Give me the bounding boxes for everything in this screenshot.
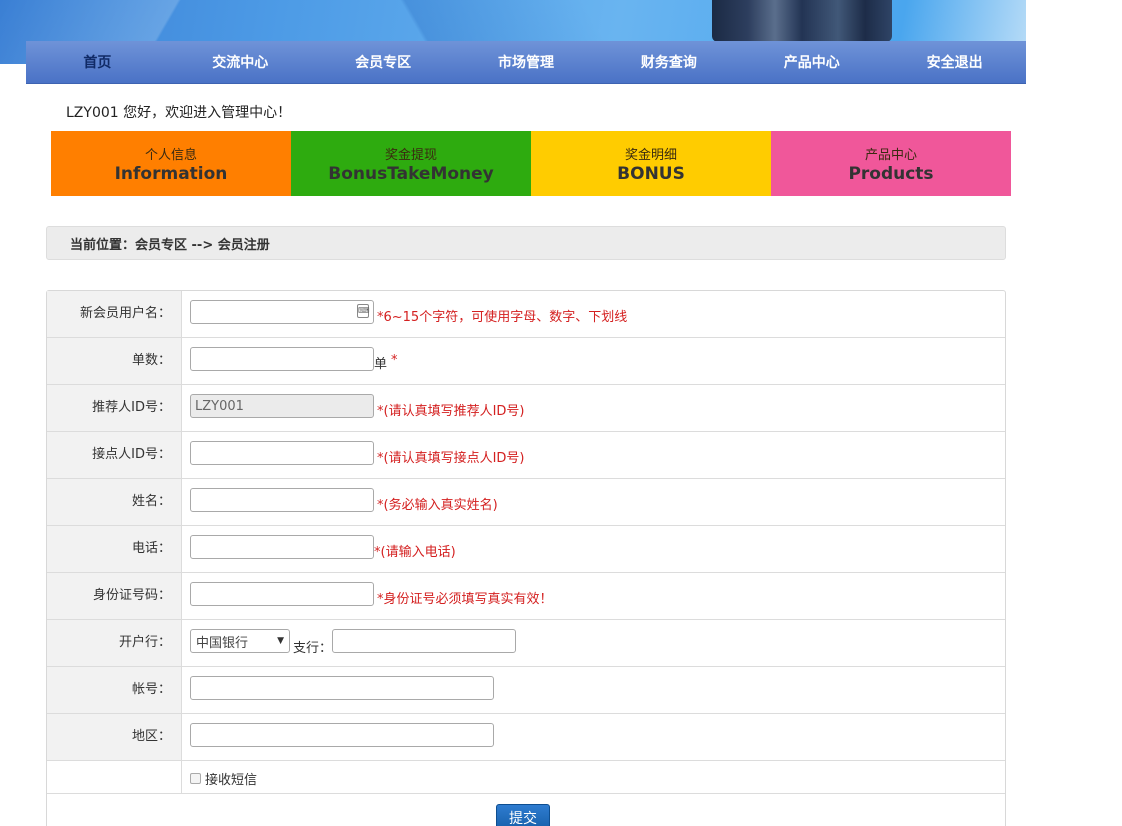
tile-label-en: Information [114,163,228,184]
form-row-region: 地区： [47,714,1005,761]
form-row-username: 新会员用户名： ⌨ *6~15个字符，可使用字母、数字、下划线 [47,291,1005,338]
tile-label-zh: 产品中心 [864,147,917,163]
quick-tiles: 个人信息 Information 奖金提现 BonusTakeMoney 奖金明… [51,131,1011,196]
chevron-down-icon: ▼ [277,636,284,646]
region-input[interactable] [190,723,494,747]
orders-unit: 单 [374,357,388,372]
branch-label: 支行： [293,641,333,656]
keyboard-icon[interactable]: ⌨ [357,304,370,318]
submit-row: 提交 [47,794,1005,826]
phone-label: 电话： [47,526,182,572]
tile-bonus-withdraw[interactable]: 奖金提现 BonusTakeMoney [291,131,531,196]
referrer-input [190,394,374,418]
tile-bonus-detail[interactable]: 奖金明细 BONUS [531,131,771,196]
nav-finance-query[interactable]: 财务查询 [597,41,740,83]
name-hint: *(务必输入真实姓名) [377,498,498,513]
nav-exchange-center[interactable]: 交流中心 [169,41,312,83]
referrer-hint: *(请认真填写推荐人ID号) [377,404,525,419]
account-label: 帐号： [47,667,182,713]
orders-required-star: * [391,353,398,368]
breadcrumb: 当前位置：会员专区 --> 会员注册 [46,226,1006,260]
contact-hint: *(请认真填写接点人ID号) [377,451,525,466]
form-row-bank: 开户行： 中国银行 ▼ 支行： [47,620,1005,667]
orders-label: 单数： [47,338,182,384]
tile-label-en: BONUS [617,163,685,184]
nav-market-management[interactable]: 市场管理 [455,41,598,83]
bank-select[interactable]: 中国银行 ▼ [190,629,290,653]
phone-hint: *(请输入电话) [374,545,456,560]
main-nav: 首页 交流中心 会员专区 市场管理 财务查询 产品中心 安全退出 [26,41,1026,84]
welcome-text: LZY001 您好，欢迎进入管理中心！ [66,105,292,121]
nav-product-center[interactable]: 产品中心 [740,41,883,83]
nav-logout[interactable]: 安全退出 [883,41,1026,83]
bank-label: 开户行： [47,620,182,666]
tile-label-zh: 个人信息 [144,147,197,163]
username-label: 新会员用户名： [47,291,182,337]
form-row-phone: 电话： *(请输入电话) [47,526,1005,573]
orders-input[interactable] [190,347,374,371]
username-input[interactable] [190,300,374,324]
form-row-orders: 单数： 单 * [47,338,1005,385]
banner-people-image [712,0,892,42]
sms-checkbox[interactable] [190,773,201,784]
idcard-hint: *身份证号必须填写真实有效！ [377,592,553,607]
phone-input[interactable] [190,535,374,559]
tile-label-zh: 奖金提现 [384,147,437,163]
tile-personal-info[interactable]: 个人信息 Information [51,131,291,196]
tile-label-en: BonusTakeMoney [328,163,494,184]
sms-label: 接收短信 [205,773,258,788]
form-row-contact: 接点人ID号： *(请认真填写接点人ID号) [47,432,1005,479]
nav-home[interactable]: 首页 [26,41,169,83]
tile-label-zh: 奖金明细 [624,147,677,163]
member-register-form: 新会员用户名： ⌨ *6~15个字符，可使用字母、数字、下划线 单数： 单 * … [46,290,1006,826]
name-label: 姓名： [47,479,182,525]
referrer-label: 推荐人ID号： [47,385,182,431]
form-row-idcard: 身份证号码： *身份证号必须填写真实有效！ [47,573,1005,620]
form-row-name: 姓名： *(务必输入真实姓名) [47,479,1005,526]
form-row-account: 帐号： [47,667,1005,714]
username-hint: *6~15个字符，可使用字母、数字、下划线 [377,310,628,325]
branch-input[interactable] [332,629,517,653]
submit-button[interactable]: 提交 [496,804,550,826]
form-row-referrer: 推荐人ID号： *(请认真填写推荐人ID号) [47,385,1005,432]
sms-label-cell [47,761,182,793]
idcard-label: 身份证号码： [47,573,182,619]
region-label: 地区： [47,714,182,760]
idcard-input[interactable] [190,582,374,606]
bank-selected-value: 中国银行 [196,635,249,651]
nav-member-zone[interactable]: 会员专区 [312,41,455,83]
form-row-sms: 接收短信 [47,761,1005,794]
contact-input[interactable] [190,441,374,465]
account-input[interactable] [190,676,494,700]
tile-products[interactable]: 产品中心 Products [771,131,1011,196]
tile-label-en: Products [848,163,934,184]
contact-label: 接点人ID号： [47,432,182,478]
name-input[interactable] [190,488,374,512]
